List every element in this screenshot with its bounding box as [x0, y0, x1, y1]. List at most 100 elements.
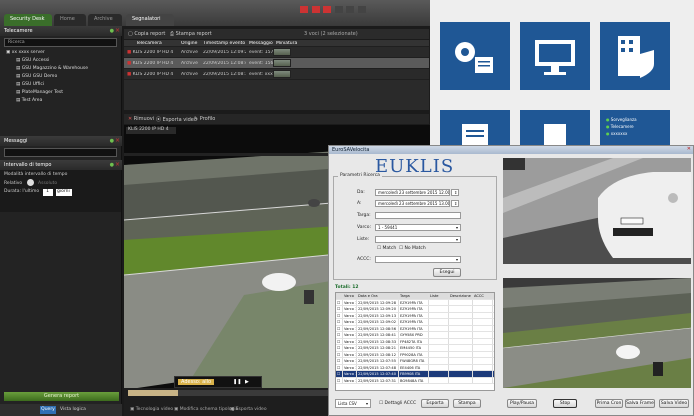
relative-toggle[interactable]: [26, 179, 34, 186]
tree-root[interactable]: ▣ xx xxxx server: [0, 49, 121, 57]
tree-search-input[interactable]: Ricerca: [4, 38, 117, 47]
building-shield-icon: [618, 36, 654, 78]
accc-select[interactable]: ▾: [375, 256, 461, 263]
tab-security-desk[interactable]: Security Desk: [4, 14, 52, 26]
tree-item[interactable]: ▤ Test Area: [0, 97, 121, 105]
row-checkbox[interactable]: ☐: [336, 377, 343, 383]
result-cell: 22/09/2015 12:09:28: [357, 299, 399, 305]
result-cell: FB9908 ITA: [399, 371, 429, 377]
da-date-field[interactable]: mercoledì 23 settembre 2015 12.00.00: [375, 189, 450, 196]
grid-row-selected[interactable]: ■ KLIS 2200 IP HD 4 Archive 22/09/2015 1…: [124, 58, 429, 69]
modify-schema-button[interactable]: ▣ Modifica schema tipologia: [174, 407, 238, 412]
row-checkbox[interactable]: ☐: [336, 371, 343, 377]
tab-logical-view[interactable]: Vista logica: [60, 406, 86, 414]
copy-report-button[interactable]: ▢ Copia report: [128, 31, 165, 37]
row-checkbox[interactable]: ☐: [336, 299, 343, 305]
grid-row[interactable]: ■ KLIS 2200 IP HD 4 Archive 22/09/2015 1…: [124, 69, 429, 80]
result-cell: Varco 1: [344, 319, 357, 325]
search-button[interactable]: Esegui: [433, 268, 461, 277]
row-checkbox[interactable]: ☐: [336, 306, 343, 312]
export-video-button[interactable]: ⦿ Esporta video: [156, 116, 197, 123]
row-checkbox[interactable]: ☐: [336, 332, 343, 338]
first-cron-button[interactable]: Prima Cron: [595, 399, 623, 408]
status-dot-icon: ●: [606, 124, 610, 129]
pause-icon[interactable]: ❚❚: [233, 379, 241, 385]
refresh-icon[interactable]: ●: [110, 162, 114, 168]
a-date-field[interactable]: mercoledì 23 settembre 2015 13.00.00: [375, 200, 450, 207]
tab-query[interactable]: Query: [40, 406, 56, 414]
unit-select[interactable]: giorni: [56, 189, 73, 196]
tab-home[interactable]: Home: [54, 14, 86, 26]
refresh-icon[interactable]: ●: [110, 138, 114, 144]
results-table: Varco Data e Ora Targa Liste Descrizione…: [335, 292, 495, 391]
result-cell: Varco 1: [344, 364, 357, 370]
result-cell: 22/09/2015 12:09:13: [357, 312, 399, 318]
messages-input[interactable]: [4, 148, 117, 157]
row-checkbox[interactable]: ☐: [336, 358, 343, 364]
video-label: KLIS 2200 IP HD 4: [126, 127, 176, 134]
varco-select[interactable]: 1 - 59441 ▾: [375, 224, 461, 231]
tablet-icon: [544, 124, 566, 150]
remove-icon: ✕: [128, 116, 133, 122]
tab-archive[interactable]: Archive: [88, 14, 122, 26]
chevron-down-icon: ▾: [455, 257, 458, 262]
play-pause-button[interactable]: Play/Pausa: [507, 399, 537, 408]
building-tile[interactable]: [600, 22, 670, 90]
row-checkbox[interactable]: ☐: [336, 325, 343, 331]
tree-item[interactable]: ▤ GSU Magazzino & Warehouse: [0, 65, 121, 73]
tree-item[interactable]: ▤ GSU Accessi: [0, 57, 121, 65]
next-icon[interactable]: ▶: [245, 379, 249, 385]
row-checkbox[interactable]: ☐: [336, 338, 343, 344]
save-video-button[interactable]: Salva Video: [659, 399, 689, 408]
export-button[interactable]: Esporta: [421, 399, 449, 408]
close-icon[interactable]: ✕: [687, 146, 691, 152]
config-tile[interactable]: [440, 22, 510, 90]
close-icon[interactable]: ×: [115, 161, 120, 168]
tree-item[interactable]: ▤ GSU Uffici: [0, 81, 121, 89]
targa-input[interactable]: [375, 212, 461, 219]
tab-segnalatori[interactable]: Segnalatori: [126, 14, 174, 26]
liste-label: Liste:: [357, 237, 370, 242]
results-rows: ☐ Varco 1 22/09/2015 12:09:28 EZ919PA ITA ☐ V…: [336, 299, 494, 384]
stop-button[interactable]: Stop: [553, 399, 577, 408]
last-value-input[interactable]: 1: [42, 189, 53, 196]
profile-button[interactable]: ✎ Profilo: [194, 116, 215, 122]
row-checkbox[interactable]: ☐: [336, 345, 343, 351]
monitor-icon: [535, 40, 575, 75]
print-button[interactable]: Stampa: [453, 399, 481, 408]
scene-image: [503, 278, 691, 388]
item-count: 3 voci (2 selezionate): [304, 31, 358, 37]
status-tile[interactable]: ● Sorveglianza ● Telecamere ● xxxxxxx: [600, 110, 670, 150]
close-icon[interactable]: ×: [115, 137, 120, 144]
da-spinner[interactable]: ⇕: [451, 189, 459, 196]
tree-item[interactable]: ▤ GSU GSU Demo: [0, 73, 121, 81]
grid-row[interactable]: ■ KLIS 2200 IP HD 4 Archive 22/09/2015 1…: [124, 47, 429, 58]
liste-select[interactable]: ▾: [375, 236, 461, 243]
save-frame-button[interactable]: Salva Frame: [625, 399, 655, 408]
print-report-button[interactable]: ⎙ Stampa report: [170, 31, 212, 37]
result-cell: 22/09/2015 12:08:41: [357, 332, 399, 338]
result-row[interactable]: ☐ Varco 1 22/09/2015 12:07:31 BG9848A ITA: [336, 377, 494, 384]
tablet-tile[interactable]: [520, 110, 590, 150]
refresh-icon[interactable]: ●: [110, 28, 114, 34]
nomatch-checkbox[interactable]: ☐ No Match: [399, 246, 426, 251]
export-video-bottom-button[interactable]: ▣ Esporta video: [230, 407, 267, 412]
a-spinner[interactable]: ⇕: [451, 200, 459, 207]
row-checkbox[interactable]: ☐: [336, 319, 343, 325]
match-checkbox[interactable]: ☐ Match: [377, 246, 396, 251]
row-checkbox[interactable]: ☐: [336, 351, 343, 357]
video-tech-button[interactable]: ▣ Tecnologia video: [130, 407, 173, 412]
generate-report-button[interactable]: Genera report: [4, 392, 119, 401]
report-toolbar: ▢ Copia report ⎙ Stampa report 3 voci (2…: [124, 29, 429, 39]
row-checkbox[interactable]: ☐: [336, 364, 343, 370]
document-tile[interactable]: [440, 110, 510, 150]
result-cell: Varco 1: [344, 299, 357, 305]
row-checkbox[interactable]: ☐: [336, 312, 343, 318]
format-select[interactable]: Lista CSV ▾: [335, 399, 371, 408]
tree-item[interactable]: ▤ PlateManager Test: [0, 89, 121, 97]
remove-button[interactable]: ✕ Rimuovi: [128, 116, 154, 122]
document-icon: [462, 124, 488, 150]
close-icon[interactable]: ×: [115, 27, 120, 34]
monitor-tile[interactable]: [520, 22, 590, 90]
dettagli-checkbox[interactable]: ☐ Dettagli ACCC: [379, 401, 416, 406]
